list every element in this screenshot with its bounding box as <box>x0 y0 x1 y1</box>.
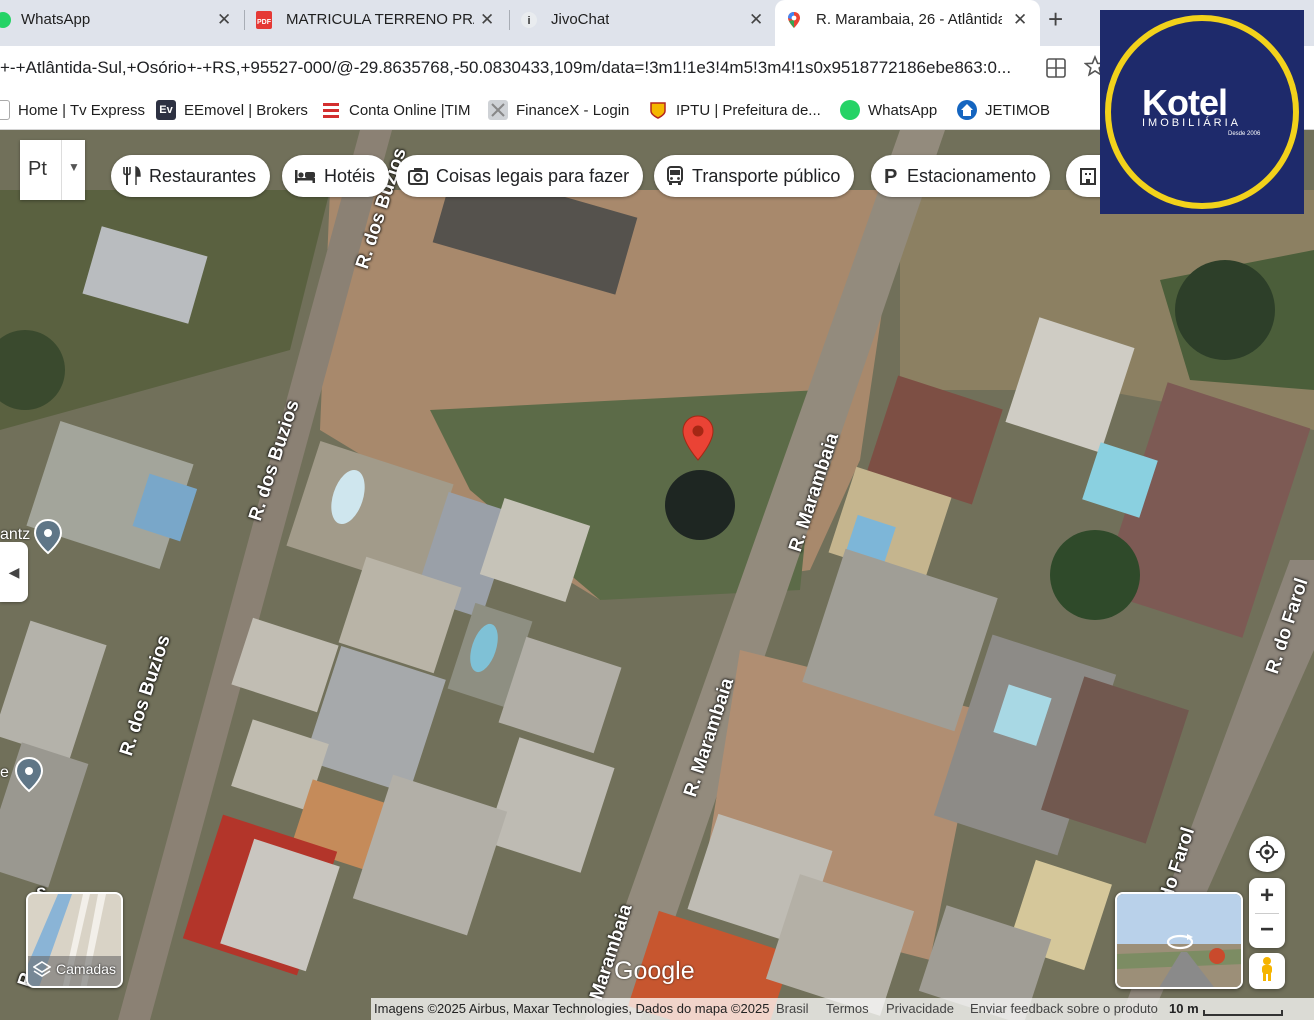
close-tab-icon[interactable]: ✕ <box>480 10 494 30</box>
bookmark-iptu[interactable]: IPTU | Prefeitura de... <box>648 100 821 120</box>
bookmark-tim[interactable]: Conta Online |TIM <box>321 100 470 120</box>
svg-text:P: P <box>884 166 897 186</box>
bed-icon <box>294 168 316 184</box>
pegman-button[interactable] <box>1249 953 1285 989</box>
page-icon <box>0 100 10 120</box>
bookmark-tv-express[interactable]: Home | Tv Express <box>0 100 145 120</box>
bookmark-jetimob[interactable]: JETIMOB <box>957 100 1050 120</box>
bookmark-label: JETIMOB <box>985 101 1051 119</box>
financex-icon <box>488 100 508 120</box>
chip-label: Transporte público <box>692 165 841 186</box>
crosshair-icon <box>1256 840 1278 868</box>
map-attribution-bar: Imagens ©2025 Airbus, Maxar Technologies… <box>371 998 1314 1020</box>
bookmark-label: WhatsApp <box>868 101 938 119</box>
bookmark-label: IPTU | Prefeitura de... <box>676 101 821 119</box>
chip-label: Hotéis <box>324 165 376 186</box>
tab-google-maps[interactable]: R. Marambaia, 26 - Atlântida ✕ <box>775 0 1040 46</box>
eemovel-icon: Ev <box>156 100 176 120</box>
privacy-link[interactable]: Privacidade <box>886 1001 954 1016</box>
bus-icon <box>666 166 684 186</box>
close-tab-icon[interactable]: ✕ <box>217 10 231 30</box>
jivochat-icon: i <box>520 11 538 29</box>
tab-jivochat[interactable]: i JivoChat ✕ <box>510 0 775 40</box>
satellite-map[interactable]: R. dos Buzios R. dos Buzios R. dos Buzio… <box>0 130 1314 1020</box>
chip-coisas-legais[interactable]: Coisas legais para fazer <box>396 155 644 197</box>
bookmark-eemovel[interactable]: Ev EEmovel | Brokers <box>156 100 308 120</box>
new-tab-button[interactable]: + <box>1048 6 1063 32</box>
pdf-icon: PDF <box>255 11 273 29</box>
collapse-side-panel-button[interactable]: ◀ <box>0 542 28 602</box>
chip-label: Coisas legais para fazer <box>436 165 630 186</box>
tab-title: WhatsApp <box>21 11 91 28</box>
my-location-button[interactable] <box>1249 836 1285 872</box>
parking-icon: P <box>883 166 899 186</box>
chevron-down-icon[interactable]: ▼ <box>68 160 80 174</box>
whatsapp-icon <box>840 100 860 120</box>
install-app-icon[interactable] <box>1046 58 1066 78</box>
layers-label: Camadas <box>56 961 116 977</box>
divider <box>61 140 62 200</box>
chip-transporte-publico[interactable]: Transporte público <box>654 155 855 197</box>
scale-bar <box>1203 1010 1283 1016</box>
poi-label: e <box>0 764 9 781</box>
location-pin-icon[interactable] <box>681 414 715 467</box>
terms-link[interactable]: Termos <box>826 1001 869 1016</box>
bookmark-label: EEmovel | Brokers <box>184 101 308 119</box>
chip-estacionamento[interactable]: P Estacionamento <box>871 155 1051 197</box>
layers-label-row: Camadas <box>28 960 121 978</box>
svg-text:i: i <box>527 15 530 27</box>
tab-title: JivoChat <box>551 11 610 28</box>
chip-label: Restaurantes <box>149 165 257 186</box>
prefeitura-icon <box>648 100 668 120</box>
zoom-controls: + − <box>1249 878 1285 948</box>
chevron-left-icon: ◀ <box>8 563 20 580</box>
url-field[interactable]: +-+Atlântida-Sul,+Osório+-+RS,+95527-000… <box>0 58 1035 78</box>
bookmark-financex[interactable]: FinanceX - Login <box>488 100 629 120</box>
kotel-watermark-logo: Kotel IMOBILIÁRIA Desde 2006 <box>1100 10 1304 214</box>
whatsapp-icon <box>0 11 12 29</box>
close-tab-icon[interactable]: ✕ <box>1013 10 1027 30</box>
jetimob-icon <box>957 100 977 120</box>
building-icon <box>1078 166 1098 186</box>
scale-label: 10 m <box>1169 1001 1199 1016</box>
chip-restaurantes[interactable]: Restaurantes <box>111 155 271 197</box>
country-link[interactable]: Brasil <box>776 1001 809 1016</box>
tab-whatsapp[interactable]: WhatsApp ✕ <box>0 0 245 40</box>
svg-text:PDF: PDF <box>257 19 272 26</box>
poi-marker-icon[interactable] <box>14 756 44 798</box>
tab-title: R. Marambaia, 26 - Atlântida <box>816 11 1002 28</box>
camera-icon <box>408 167 428 185</box>
tab-matricula-pdf[interactable]: PDF MATRICULA TERRENO PRAIA ✕ <box>245 0 510 40</box>
layers-button[interactable]: Camadas <box>26 892 123 988</box>
zoom-in-button[interactable]: + <box>1260 879 1274 913</box>
feedback-link[interactable]: Enviar feedback sobre o produto <box>970 1001 1158 1016</box>
map-type-label: Pt <box>28 158 47 180</box>
map-language-toggle[interactable]: Pt ▼ <box>20 140 85 200</box>
chip-hoteis[interactable]: Hotéis <box>282 155 390 197</box>
poi-marker-icon[interactable] <box>33 518 63 560</box>
kotel-since: Desde 2006 <box>1228 131 1261 137</box>
maps-pin-icon <box>785 11 803 29</box>
kotel-subtitle: IMOBILIÁRIA <box>1142 117 1242 129</box>
pegman-icon <box>1259 956 1275 987</box>
street-view-thumbnail[interactable] <box>1115 892 1243 989</box>
google-logo: Google <box>614 957 695 985</box>
chip-label: Estacionamento <box>907 165 1037 186</box>
satellite-imagery <box>0 130 1314 1020</box>
close-tab-icon[interactable]: ✕ <box>749 10 763 30</box>
rotate-360-icon <box>1165 932 1195 957</box>
fork-knife-icon <box>123 166 141 186</box>
zoom-out-button[interactable]: − <box>1260 914 1274 948</box>
bookmark-whatsapp[interactable]: WhatsApp <box>840 100 937 120</box>
layers-icon <box>33 960 52 978</box>
tab-title: MATRICULA TERRENO PRAIA <box>286 11 474 28</box>
imagery-credit: Imagens ©2025 Airbus, Maxar Technologies… <box>374 1001 770 1016</box>
bookmark-label: Conta Online |TIM <box>349 101 471 119</box>
bookmark-label: Home | Tv Express <box>18 101 145 119</box>
tim-icon <box>321 100 341 120</box>
bookmark-label: FinanceX - Login <box>516 101 630 119</box>
